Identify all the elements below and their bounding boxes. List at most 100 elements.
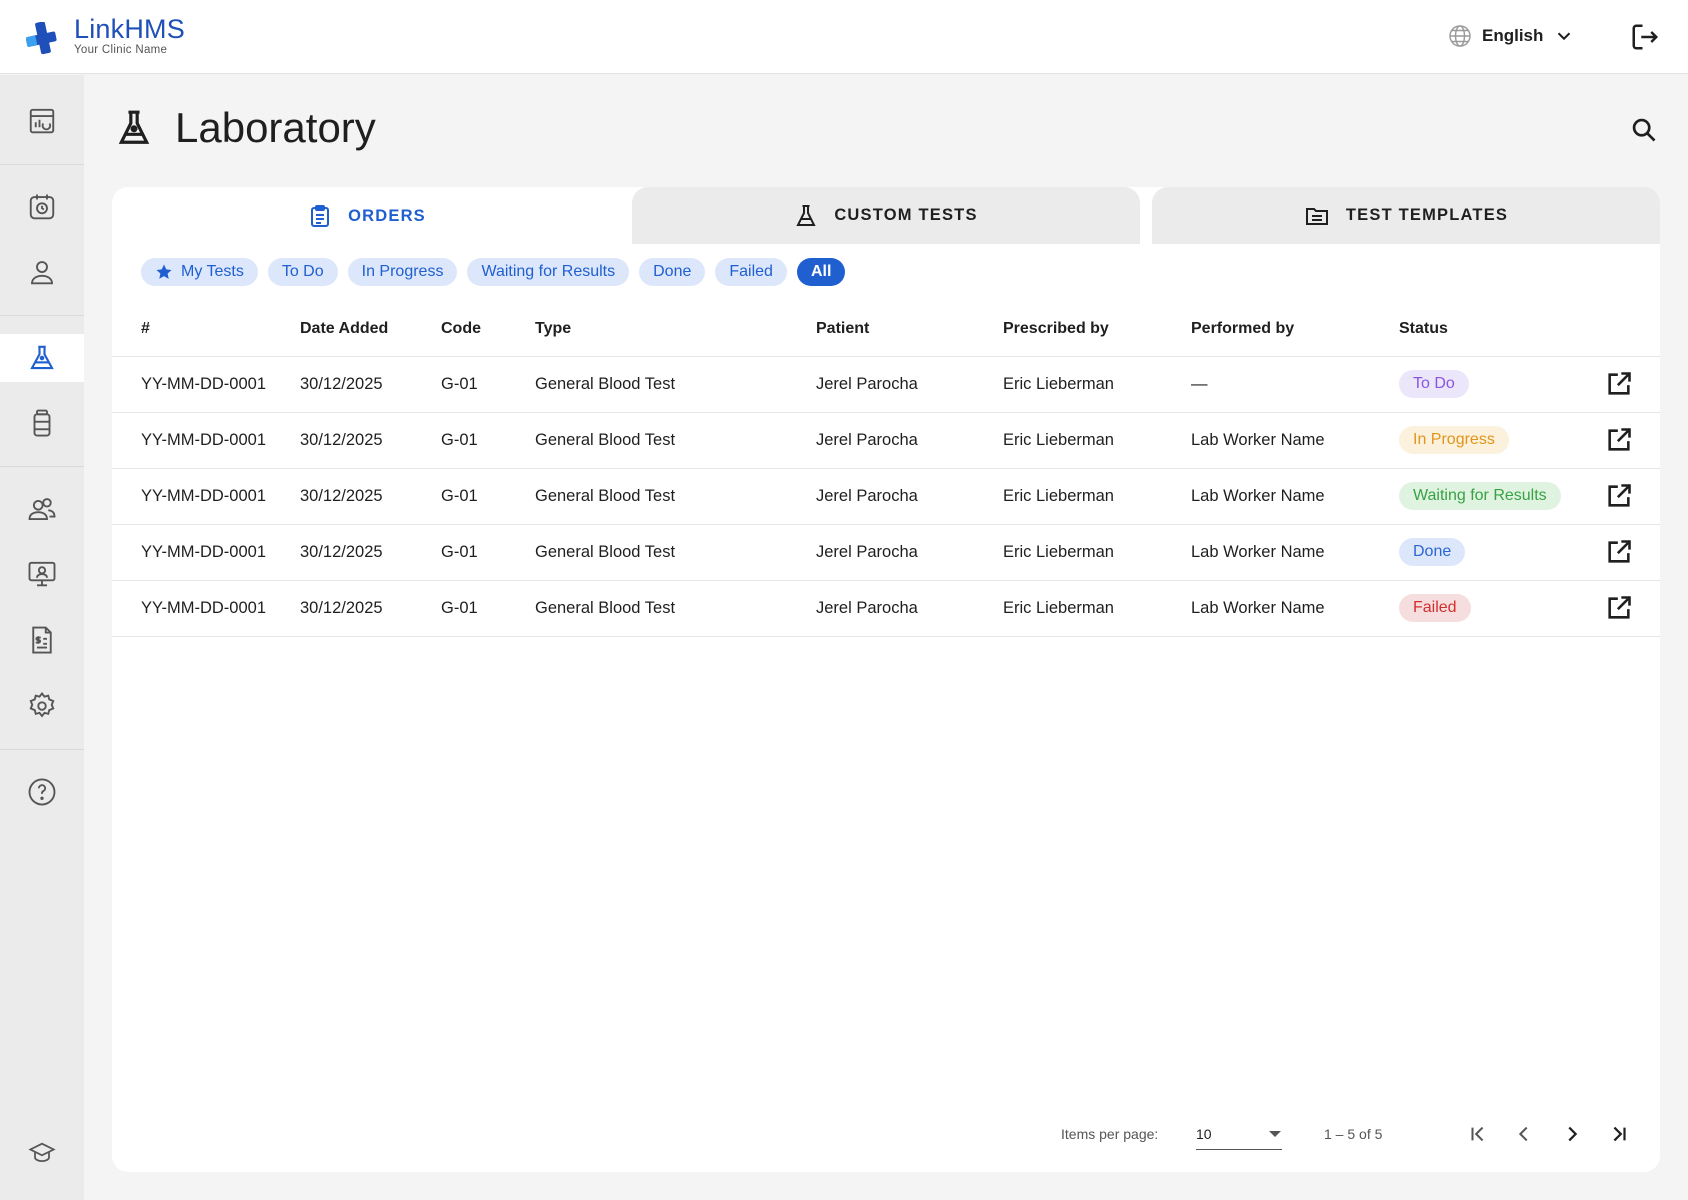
app-logo[interactable]: LinkHMS Your Clinic Name <box>26 16 185 58</box>
nav-settings[interactable] <box>0 682 84 730</box>
nav-separator <box>0 315 84 316</box>
help-icon <box>28 778 56 806</box>
column-header-actions <box>1605 302 1660 357</box>
filter-chip-all[interactable]: All <box>796 258 846 286</box>
cell-id: YY-MM-DD-0001 <box>112 580 300 637</box>
cell-date: 30/12/2025 <box>300 356 441 413</box>
items-per-page-value: 10 <box>1196 1125 1212 1142</box>
table-row[interactable]: YY-MM-DD-0001 30/12/2025 G-01 General Blood… <box>112 356 1660 413</box>
cell-type: General Blood Test <box>535 356 816 413</box>
table-row[interactable]: YY-MM-DD-0001 30/12/2025 G-01 General Blood… <box>112 468 1660 525</box>
search-icon[interactable] <box>1630 116 1658 144</box>
status-badge: To Do <box>1399 370 1469 398</box>
filter-chip-in-progress[interactable]: In Progress <box>347 258 458 286</box>
cell-type: General Blood Test <box>535 412 816 469</box>
table-row[interactable]: YY-MM-DD-0001 30/12/2025 G-01 General Blood… <box>112 580 1660 637</box>
tab-label: ORDERS <box>348 206 426 225</box>
nav-education[interactable] <box>0 1129 84 1177</box>
tab-custom-tests[interactable]: CUSTOM TESTS <box>632 187 1140 244</box>
nav-patients[interactable] <box>0 248 84 296</box>
cell-prescribed-by: Eric Lieberman <box>1003 412 1191 469</box>
open-in-new-icon[interactable] <box>1605 370 1633 398</box>
nav-appointments[interactable] <box>0 183 84 231</box>
open-in-new-icon[interactable] <box>1605 482 1633 510</box>
table-row[interactable]: YY-MM-DD-0001 30/12/2025 G-01 General Blood… <box>112 412 1660 469</box>
filter-chip-done[interactable]: Done <box>639 258 706 286</box>
dashboard-icon <box>29 108 55 134</box>
nav-pharmacy[interactable] <box>0 399 84 447</box>
filter-chip-waiting-for-results[interactable]: Waiting for Results <box>467 258 630 286</box>
page-title: Laboratory <box>175 104 376 151</box>
cell-performed-by: Lab Worker Name <box>1191 412 1399 469</box>
cell-status: To Do <box>1399 356 1605 413</box>
cell-patient: Jerel Parocha <box>816 524 1003 581</box>
page-header: Laboratory <box>115 104 376 152</box>
logo-mark-icon <box>26 22 57 55</box>
table-header-row: # Date Added Code Type Patient Prescribe… <box>112 302 1660 357</box>
column-header-type: Type <box>535 302 816 357</box>
first-page-button[interactable] <box>1464 1120 1492 1148</box>
cell-code: G-01 <box>441 468 535 525</box>
filter-chip-my-tests[interactable]: My Tests <box>141 258 258 286</box>
cell-actions <box>1605 524 1660 581</box>
column-header-code: Code <box>441 302 535 357</box>
filter-chip-to-do[interactable]: To Do <box>267 258 338 286</box>
cell-actions <box>1605 356 1660 413</box>
cell-id: YY-MM-DD-0001 <box>112 412 300 469</box>
status-badge: Done <box>1399 538 1466 566</box>
sidebar <box>0 75 84 1200</box>
logout-icon[interactable] <box>1630 22 1660 52</box>
globe-icon <box>1449 25 1471 47</box>
next-page-button[interactable] <box>1558 1120 1586 1148</box>
language-selector[interactable]: English <box>1448 24 1575 48</box>
cell-code: G-01 <box>441 356 535 413</box>
nav-laboratory[interactable] <box>0 334 84 382</box>
previous-page-button[interactable] <box>1510 1120 1538 1148</box>
cell-patient: Jerel Parocha <box>816 412 1003 469</box>
status-badge: In Progress <box>1399 426 1509 454</box>
nav-dashboard[interactable] <box>0 97 84 145</box>
cell-performed-by: Lab Worker Name <box>1191 524 1399 581</box>
filter-chip-failed[interactable]: Failed <box>715 258 787 286</box>
column-header-status: Status <box>1399 302 1605 357</box>
chevron-left-icon <box>1518 1126 1528 1142</box>
chip-label: Failed <box>729 263 773 280</box>
last-page-button[interactable] <box>1605 1120 1633 1148</box>
nav-help[interactable] <box>0 768 84 816</box>
cell-date: 30/12/2025 <box>300 468 441 525</box>
cell-id: YY-MM-DD-0001 <box>112 524 300 581</box>
tab-test-templates[interactable]: TEST TEMPLATES <box>1152 187 1660 244</box>
cell-prescribed-by: Eric Lieberman <box>1003 468 1191 525</box>
open-in-new-icon[interactable] <box>1605 594 1633 622</box>
open-in-new-icon[interactable] <box>1605 538 1633 566</box>
nav-staff[interactable] <box>0 485 84 533</box>
pharmacy-icon <box>33 409 51 437</box>
cell-date: 30/12/2025 <box>300 580 441 637</box>
column-header-id: # <box>112 302 300 357</box>
app-name: LinkHMS <box>74 14 185 44</box>
column-header-performed-by: Performed by <box>1191 302 1399 357</box>
chevron-down-icon <box>1558 32 1571 41</box>
items-per-page-select[interactable]: 10 <box>1196 1118 1282 1150</box>
cell-performed-by: Lab Worker Name <box>1191 468 1399 525</box>
nav-billing[interactable] <box>0 616 84 664</box>
cell-code: G-01 <box>441 524 535 581</box>
open-in-new-icon[interactable] <box>1605 426 1633 454</box>
nav-monitor[interactable] <box>0 550 84 598</box>
cell-performed-by: — <box>1191 356 1399 413</box>
monitor-icon <box>28 561 56 587</box>
table-row[interactable]: YY-MM-DD-0001 30/12/2025 G-01 General Blood… <box>112 524 1660 581</box>
cell-prescribed-by: Eric Lieberman <box>1003 580 1191 637</box>
column-header-date-added: Date Added <box>300 302 441 357</box>
tab-orders[interactable]: ORDERS <box>112 187 622 245</box>
cell-id: YY-MM-DD-0001 <box>112 356 300 413</box>
flask-icon <box>796 204 816 226</box>
first-page-icon <box>1471 1126 1484 1142</box>
education-icon <box>28 1142 56 1163</box>
cell-status: Done <box>1399 524 1605 581</box>
patients-icon <box>31 261 53 285</box>
cell-prescribed-by: Eric Lieberman <box>1003 356 1191 413</box>
cell-patient: Jerel Parocha <box>816 580 1003 637</box>
chip-label: In Progress <box>361 263 444 280</box>
nav-separator <box>0 164 84 165</box>
